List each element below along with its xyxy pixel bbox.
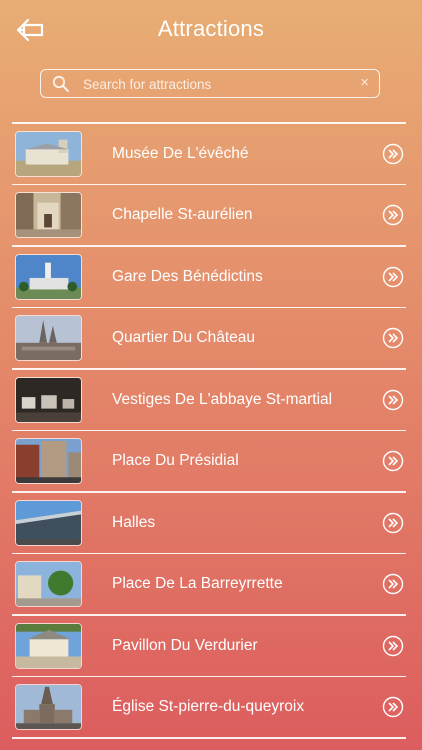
clear-search-button[interactable]: ×	[360, 75, 369, 91]
list-item[interactable]: Halles	[12, 493, 406, 553]
page-title: Attractions	[157, 16, 265, 41]
attraction-thumbnail	[15, 192, 82, 238]
list-item[interactable]: Musée De L'évêché	[12, 124, 406, 184]
chevron-right-icon[interactable]	[382, 512, 404, 534]
list-item[interactable]: Vestiges De L'abbaye St-martial	[12, 370, 406, 430]
attraction-thumbnail	[15, 622, 82, 669]
chevron-right-icon[interactable]	[382, 696, 404, 718]
search-input[interactable]	[81, 72, 355, 96]
chevron-right-icon[interactable]	[382, 635, 404, 657]
attraction-name: Pavillon Du Verdurier	[112, 636, 258, 654]
chevron-right-icon[interactable]	[382, 143, 404, 165]
chevron-right-icon[interactable]	[382, 389, 404, 411]
chevron-right-icon[interactable]	[382, 573, 404, 595]
chevron-right-icon[interactable]	[382, 266, 404, 288]
attraction-name: Place Du Présidial	[112, 452, 239, 469]
attraction-thumbnail	[15, 253, 82, 300]
list-item[interactable]: Place De La Barreyrrette	[12, 554, 406, 614]
attraction-thumbnail	[15, 561, 82, 607]
header: Attractions	[0, 0, 422, 60]
attraction-name: Vestiges De L'abbaye St-martial	[112, 390, 333, 408]
list-item[interactable]: Église St-pierre-du-queyroix	[12, 677, 406, 737]
attraction-thumbnail	[15, 438, 82, 484]
divider	[12, 737, 406, 739]
attraction-thumbnail	[15, 499, 82, 546]
list-item[interactable]: Gare Des Bénédictins	[12, 247, 406, 307]
attraction-name: Chapelle St-aurélien	[112, 206, 253, 223]
list-item[interactable]: Pavillon Du Verdurier	[12, 616, 406, 676]
attraction-name: Place De La Barreyrrette	[112, 575, 283, 592]
chevron-right-icon[interactable]	[382, 204, 404, 226]
list-item[interactable]: Place Du Présidial	[12, 431, 406, 491]
attraction-name: Musée De L'évêché	[112, 144, 249, 162]
attraction-thumbnail	[15, 315, 82, 361]
attraction-thumbnail	[15, 684, 82, 730]
attraction-thumbnail	[15, 130, 82, 177]
attraction-name: Halles	[112, 513, 156, 531]
attractions-list: Musée De L'évêché Chapelle St-aurélien G…	[12, 122, 406, 739]
chevron-right-icon[interactable]	[382, 327, 404, 349]
attraction-name: Quartier Du Château	[112, 329, 256, 346]
search-bar[interactable]: ×	[40, 69, 380, 98]
list-item[interactable]: Chapelle St-aurélien	[12, 185, 406, 245]
attraction-thumbnail	[15, 376, 82, 423]
attraction-name: Gare Des Bénédictins	[112, 267, 263, 285]
list-item[interactable]: Quartier Du Château	[12, 308, 406, 368]
attraction-name: Église St-pierre-du-queyroix	[112, 698, 305, 715]
search-icon	[52, 75, 69, 92]
chevron-right-icon[interactable]	[382, 450, 404, 472]
